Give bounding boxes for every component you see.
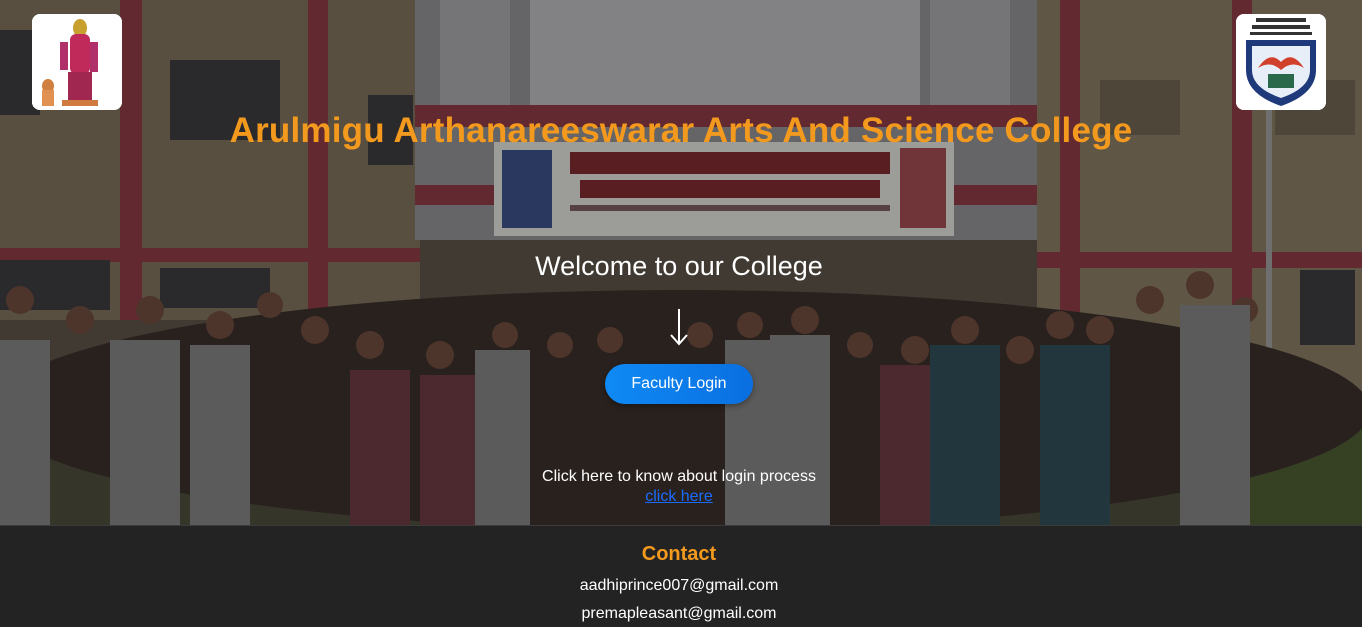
college-crest-icon (1236, 14, 1326, 110)
right-logo (1236, 14, 1326, 110)
welcome-heading: Welcome to our College (535, 251, 823, 281)
faculty-login-button[interactable]: Faculty Login (605, 364, 753, 404)
college-title: Arulmigu Arthanareeswarar Arts And Scien… (229, 111, 1133, 150)
left-logo (32, 14, 122, 110)
login-process-link-wrap: click here (0, 488, 1358, 506)
contact-heading: Contact (641, 543, 717, 565)
footer: Contact aadhiprince007@gmail.com premapl… (0, 525, 1362, 627)
arrow-down-icon (670, 309, 688, 346)
contact-email: aadhiprince007@gmail.com (579, 577, 779, 594)
login-process-text: Click here to know about login process (542, 468, 816, 485)
click-here-link[interactable]: click here (645, 488, 713, 505)
deity-emblem-icon (32, 14, 122, 110)
hero-section: Arulmigu Arthanareeswarar Arts And Scien… (0, 0, 1362, 525)
contact-email: premapleasant@gmail.com (581, 605, 777, 622)
